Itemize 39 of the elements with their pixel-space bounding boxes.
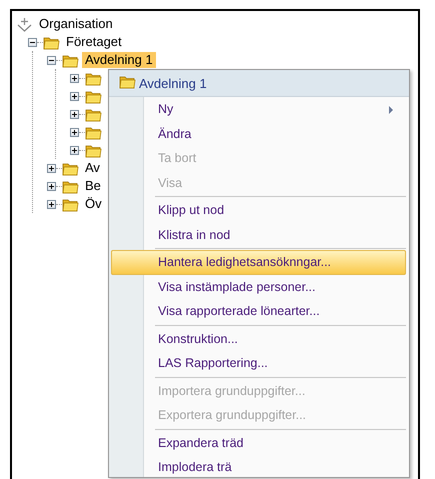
menu-item[interactable]: Expandera träd — [111, 430, 406, 455]
menu-item[interactable]: Konstruktion... — [111, 326, 406, 351]
expand-icon[interactable] — [47, 164, 56, 172]
tree-item[interactable]: Organisation — [36, 16, 116, 32]
expand-icon[interactable] — [70, 92, 79, 100]
organisation-icon — [16, 16, 33, 32]
folder-icon — [85, 88, 102, 104]
menu-item[interactable]: Klipp ut nod — [111, 198, 406, 222]
menu-item[interactable]: Ny — [111, 97, 406, 122]
folder-icon — [85, 124, 102, 140]
folder-icon — [62, 196, 79, 212]
expand-icon[interactable] — [47, 200, 56, 208]
menu-item[interactable]: Klistra in nod — [111, 222, 406, 247]
tree-item[interactable]: Företaget — [63, 34, 125, 50]
expand-icon[interactable] — [70, 146, 79, 154]
expand-icon[interactable] — [70, 74, 79, 82]
folder-icon — [62, 160, 79, 176]
folder-icon — [43, 34, 60, 50]
expand-icon[interactable] — [47, 182, 56, 190]
tree-item[interactable]: Be — [82, 178, 104, 194]
menu-item[interactable]: Implodera trä — [111, 455, 406, 477]
tree-item[interactable]: Avdelning 1 — [82, 52, 156, 68]
tree-item[interactable]: Öv — [82, 196, 105, 212]
menu-item[interactable]: Visa instämplade personer... — [111, 274, 406, 299]
collapse-icon[interactable] — [47, 56, 56, 64]
folder-icon — [62, 52, 79, 68]
menu-title: Avdelning 1 — [139, 76, 207, 90]
collapse-icon[interactable] — [28, 38, 37, 46]
folder-icon — [85, 70, 102, 86]
expand-icon[interactable] — [70, 110, 79, 118]
folder-icon — [62, 178, 79, 194]
expand-icon[interactable] — [70, 128, 79, 136]
menu-item[interactable]: Ändra — [111, 122, 406, 146]
menu-item[interactable]: Visa rapporterade lönearter... — [111, 299, 406, 324]
folder-icon — [85, 106, 102, 122]
menu-item[interactable]: LAS Rapportering... — [111, 351, 406, 376]
menu-item[interactable]: Hantera ledighetsansöknngar... — [111, 250, 406, 274]
folder-icon — [85, 142, 102, 158]
tree-item[interactable]: Av — [82, 160, 103, 176]
